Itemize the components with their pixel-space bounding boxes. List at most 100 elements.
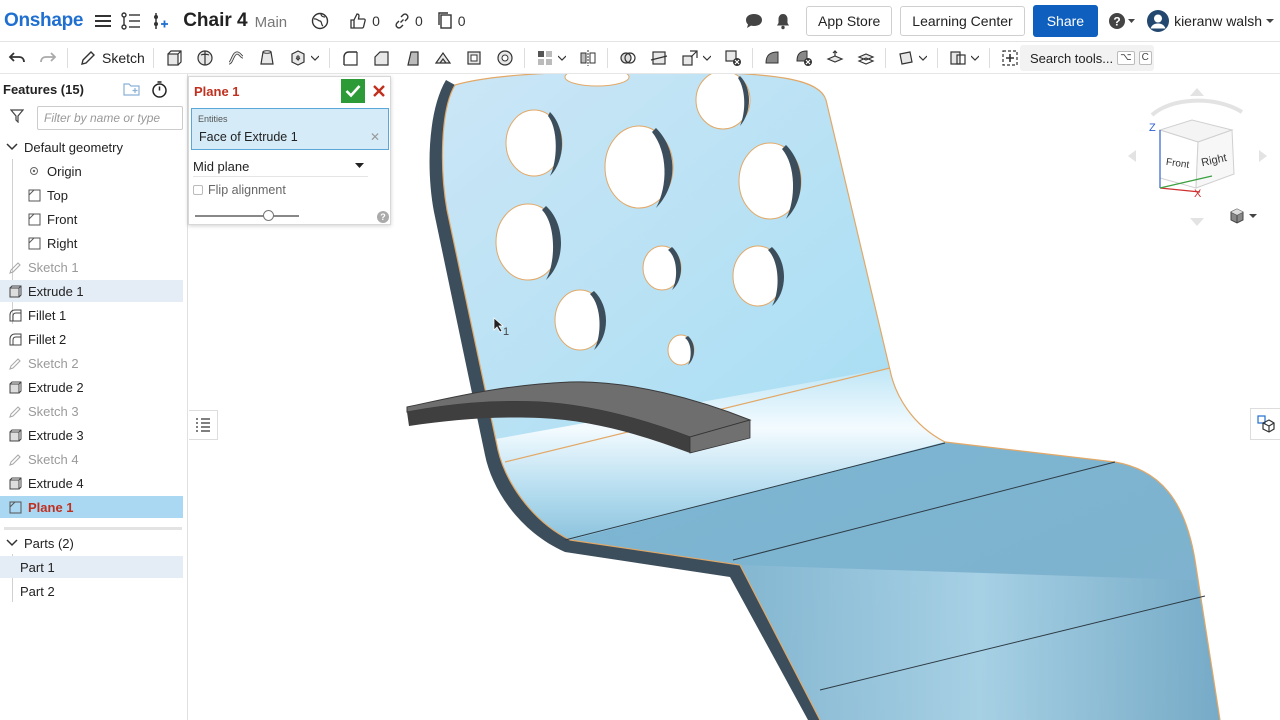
preview-slider-thumb[interactable]: [262, 210, 274, 221]
menu-icon[interactable]: [95, 9, 112, 33]
notifications-bell-icon[interactable]: [774, 9, 792, 33]
replace-face-icon[interactable]: [855, 47, 877, 69]
split-tool-icon[interactable]: [648, 47, 670, 69]
rotate-left-icon[interactable]: [1128, 150, 1136, 162]
section-view-icon[interactable]: [947, 47, 969, 69]
link-counter[interactable]: 0: [394, 13, 423, 29]
transform-tool-icon[interactable]: [679, 47, 701, 69]
redo-icon[interactable]: [37, 47, 59, 69]
rotate-right-icon[interactable]: [1259, 150, 1267, 162]
checkbox-box[interactable]: [193, 185, 203, 195]
like-counter[interactable]: 0: [349, 12, 380, 30]
delete-part-icon[interactable]: [722, 47, 744, 69]
extrude-icon: [8, 284, 22, 298]
feature-item[interactable]: Fillet 1: [0, 304, 183, 326]
fillet-tool-icon[interactable]: [339, 47, 361, 69]
appearance-icon: [1256, 415, 1275, 433]
thicken-tool-icon[interactable]: [287, 47, 309, 69]
feature-item[interactable]: Sketch 3: [0, 400, 183, 422]
help-menu[interactable]: ?: [1108, 9, 1136, 33]
feature-list-toggle[interactable]: [189, 410, 218, 440]
hole-tool-icon[interactable]: [494, 47, 516, 69]
app-store-button[interactable]: App Store: [806, 6, 893, 36]
filter-icon[interactable]: [9, 108, 25, 128]
feature-item[interactable]: Extrude 1: [0, 280, 183, 302]
entity-value[interactable]: Face of Extrude 1: [199, 130, 298, 144]
flip-alignment-checkbox[interactable]: Flip alignment: [193, 183, 286, 197]
chevron-down-icon[interactable]: [310, 55, 321, 61]
extrude-tool-icon[interactable]: [163, 47, 185, 69]
branch-name[interactable]: Main: [255, 14, 288, 31]
add-custom-feature-icon[interactable]: [999, 47, 1021, 69]
plane-tool-icon[interactable]: [895, 47, 917, 69]
onshape-logo[interactable]: Onshape: [4, 10, 84, 32]
cancel-button[interactable]: [369, 80, 389, 102]
feature-item[interactable]: Sketch 4: [0, 448, 183, 470]
feature-item[interactable]: Extrude 2: [0, 376, 183, 398]
accept-button[interactable]: [341, 79, 365, 103]
entities-selection-field[interactable]: Entities Face of Extrude 1 ✕: [191, 108, 389, 150]
part-item[interactable]: Part 1: [0, 556, 183, 578]
rotate-down-icon[interactable]: [1190, 218, 1204, 226]
draft-tool-icon[interactable]: [401, 47, 423, 69]
plane-icon: [27, 188, 41, 202]
add-folder-icon[interactable]: [123, 82, 141, 99]
feature-item-active[interactable]: Plane 1: [0, 496, 183, 518]
view-mode-menu[interactable]: [1229, 208, 1257, 224]
rib-tool-icon[interactable]: [432, 47, 454, 69]
revolve-tool-icon[interactable]: [194, 47, 216, 69]
chair-front-face[interactable]: [740, 565, 1220, 720]
modify-fillet-icon[interactable]: [762, 47, 784, 69]
feature-item[interactable]: Sketch 2: [0, 352, 183, 374]
learning-center-button[interactable]: Learning Center: [900, 6, 1025, 36]
delete-face-icon[interactable]: [793, 47, 815, 69]
appearance-panel-tab[interactable]: [1250, 408, 1280, 440]
feature-item[interactable]: Sketch 1: [0, 256, 183, 278]
share-button[interactable]: Share: [1032, 5, 1099, 37]
tree-group-parts[interactable]: Parts (2): [0, 532, 183, 554]
tree-group-default-geometry[interactable]: Default geometry: [6, 136, 189, 158]
tree-item-plane-right[interactable]: Right: [27, 232, 183, 254]
help-icon[interactable]: ?: [377, 211, 389, 223]
copy-counter[interactable]: 0: [437, 12, 466, 29]
rollback-bar[interactable]: [4, 527, 182, 530]
chevron-down-icon[interactable]: [702, 55, 713, 61]
variable-studio-icon[interactable]: [151, 9, 169, 33]
chevron-down-icon[interactable]: [918, 55, 929, 61]
preview-slider-track[interactable]: [195, 210, 299, 221]
comments-icon[interactable]: [744, 9, 764, 33]
tree-item-origin[interactable]: Origin: [27, 160, 183, 182]
rotate-arrow-icon[interactable]: [1150, 98, 1244, 117]
feature-item[interactable]: Extrude 3: [0, 424, 183, 446]
chevron-down-icon[interactable]: [970, 55, 981, 61]
mirror-tool-icon[interactable]: [577, 47, 599, 69]
linear-pattern-icon[interactable]: [534, 47, 556, 69]
globe-icon[interactable]: [311, 9, 329, 33]
feature-filter-input[interactable]: Filter by name or type: [37, 106, 183, 130]
chevron-down-icon[interactable]: [557, 55, 568, 61]
boolean-tool-icon[interactable]: [617, 47, 639, 69]
user-menu[interactable]: kieranw walsh: [1146, 9, 1274, 33]
plane-type-select[interactable]: Mid plane: [193, 157, 368, 177]
remove-entity-icon[interactable]: ✕: [370, 130, 380, 144]
rollback-timer-icon[interactable]: [151, 81, 168, 101]
document-title[interactable]: Chair 4: [183, 10, 247, 32]
search-tools-input[interactable]: Search tools... ⌥ C: [1020, 45, 1154, 71]
close-icon: [373, 85, 385, 97]
feature-item[interactable]: Fillet 2: [0, 328, 183, 350]
sweep-tool-icon[interactable]: [225, 47, 247, 69]
chamfer-tool-icon[interactable]: [370, 47, 392, 69]
versions-graph-icon[interactable]: [121, 9, 141, 33]
part-item[interactable]: Part 2: [0, 580, 183, 602]
move-face-icon[interactable]: [824, 47, 846, 69]
tree-item-plane-top[interactable]: Top: [27, 184, 183, 206]
rotate-up-icon[interactable]: [1190, 88, 1204, 96]
feature-label: Sketch 2: [28, 355, 79, 371]
undo-icon[interactable]: [6, 47, 28, 69]
tree-item-plane-front[interactable]: Front: [27, 208, 183, 230]
list-icon: [196, 418, 210, 432]
sketch-button[interactable]: Sketch: [80, 50, 145, 66]
loft-tool-icon[interactable]: [256, 47, 278, 69]
feature-item[interactable]: Extrude 4: [0, 472, 183, 494]
shell-tool-icon[interactable]: [463, 47, 485, 69]
